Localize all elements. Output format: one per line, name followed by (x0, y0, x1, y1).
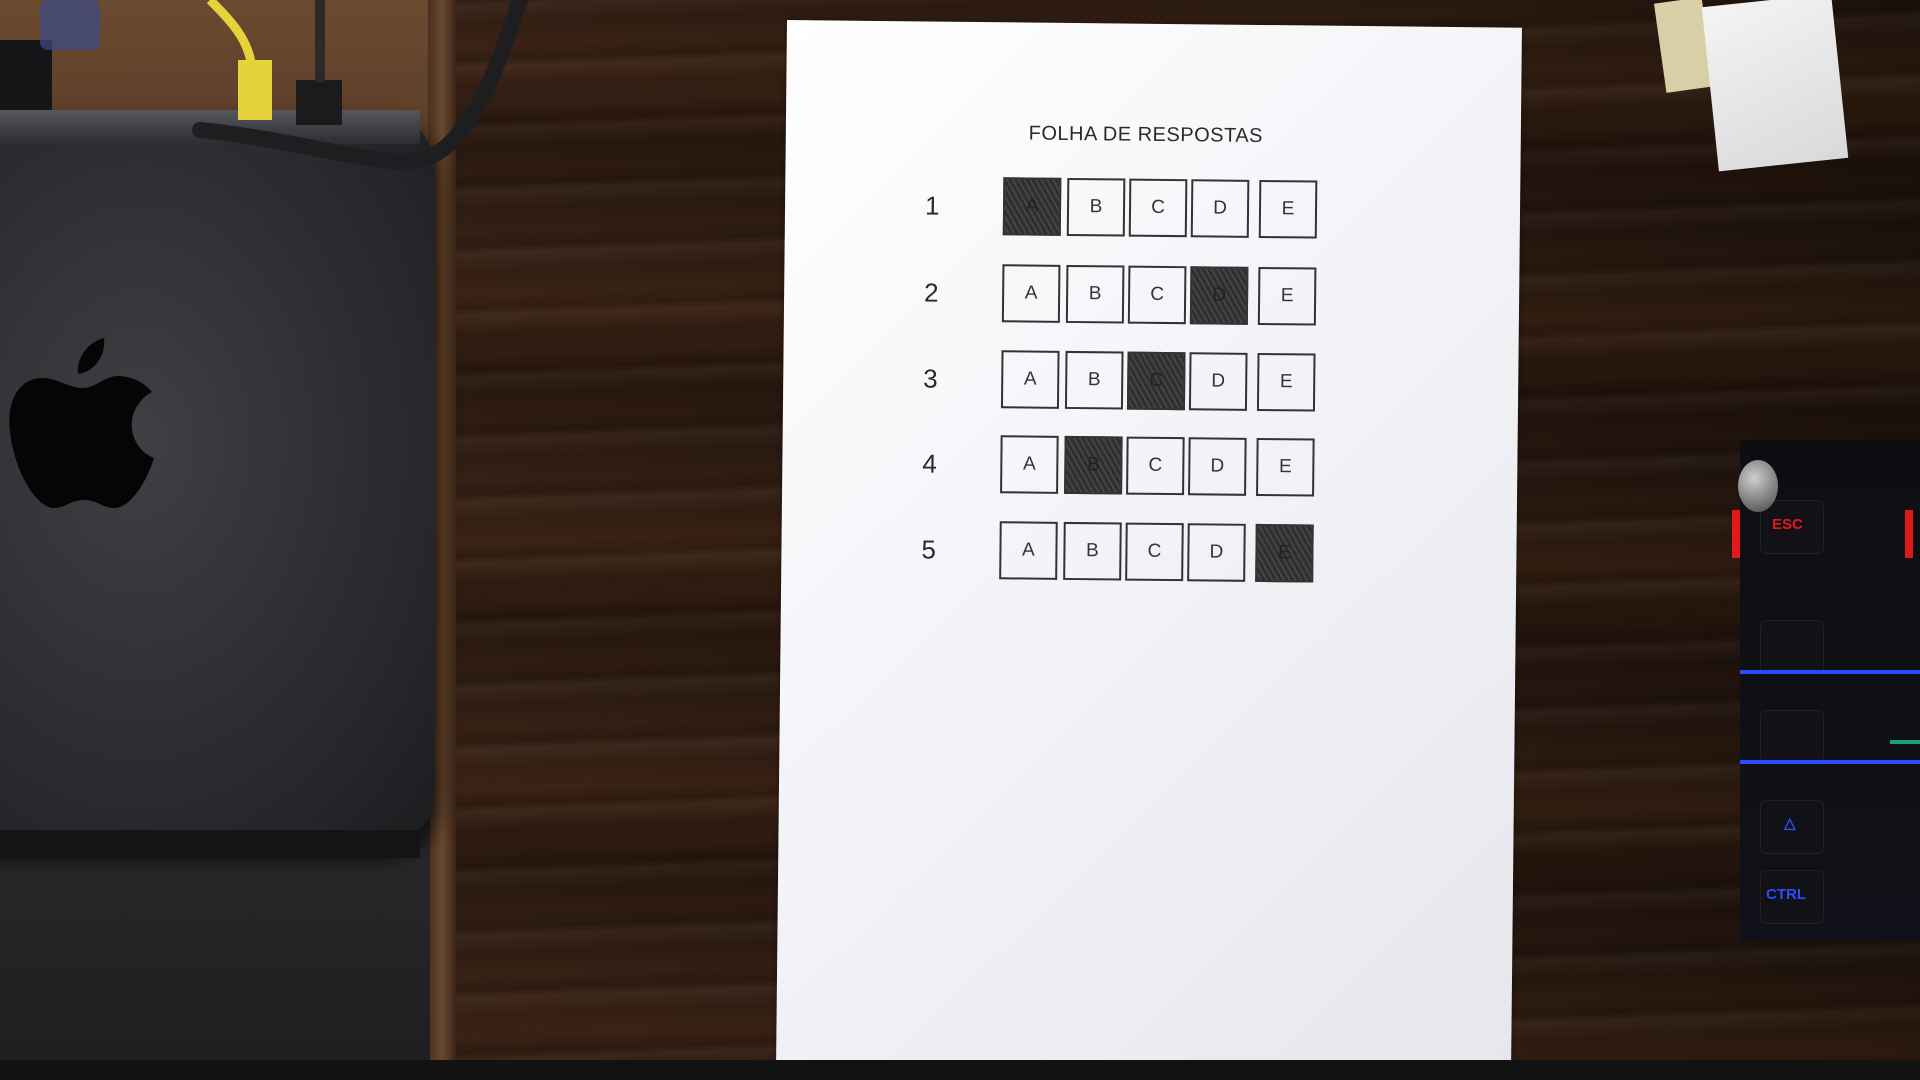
device-shadow (0, 830, 420, 858)
green-backlight (1890, 740, 1920, 744)
answer-box-e[interactable]: E (1256, 352, 1316, 412)
answer-box-b[interactable]: B (1064, 350, 1124, 410)
key-function[interactable] (1760, 710, 1824, 764)
answer-box-d[interactable]: D (1190, 179, 1250, 238)
answer-box-e[interactable]: E (1256, 437, 1315, 497)
question-row: 1 ABCDE (785, 175, 1521, 253)
question-row: 4 ABCDE (782, 433, 1518, 511)
photo-scene: FOLHA DE RESPOSTAS 1ABCDE2ABCDE3ABCDE4AB… (0, 0, 1920, 1080)
answer-box-a[interactable]: A (1000, 350, 1060, 409)
question-number: 2 (923, 277, 939, 308)
question-row: 3 ABCDE (783, 348, 1519, 426)
mac-mini-edge (0, 110, 420, 144)
apple-logo-icon (9, 338, 154, 508)
answer-box-a[interactable]: A (999, 521, 1058, 580)
blue-backlight (1740, 760, 1920, 764)
esc-key-label: ESC (1772, 516, 1803, 533)
blue-backlight (1740, 670, 1920, 674)
key-f-row[interactable] (1760, 620, 1824, 674)
answer-box-b[interactable]: B (1063, 521, 1122, 581)
bottom-shadow (0, 1060, 1920, 1080)
keyboard: ESC △ CTRL (1732, 440, 1920, 940)
paper-note (1701, 0, 1849, 172)
question-row: 5 ABCDE (781, 519, 1517, 597)
answer-box-d[interactable]: D (1188, 437, 1247, 496)
answer-box-a[interactable]: A (1000, 435, 1059, 494)
answer-box-d[interactable]: D (1188, 352, 1248, 411)
answer-box-e[interactable]: E (1257, 266, 1317, 326)
answer-box-a[interactable]: A (1001, 264, 1061, 323)
answer-box-c[interactable]: C (1128, 178, 1188, 238)
answer-box-e[interactable]: E (1255, 523, 1314, 583)
question-number: 5 (921, 534, 937, 565)
answer-box-a[interactable]: A (1002, 177, 1062, 236)
question-number: 1 (924, 190, 940, 221)
key-esc[interactable]: ESC (1760, 500, 1824, 554)
red-led-right (1905, 510, 1913, 558)
answer-sheet-paper: FOLHA DE RESPOSTAS 1ABCDE2ABCDE3ABCDE4AB… (776, 20, 1522, 1068)
key-triangle[interactable]: △ (1760, 800, 1824, 854)
answer-box-d[interactable]: D (1189, 266, 1249, 325)
answer-box-c[interactable]: C (1125, 522, 1184, 582)
triangle-icon: △ (1784, 815, 1796, 832)
question-number: 3 (923, 363, 938, 394)
answer-box-b[interactable]: B (1064, 435, 1123, 495)
answer-box-c[interactable]: C (1127, 265, 1187, 325)
volume-knob[interactable] (1738, 460, 1778, 512)
answer-box-b[interactable]: B (1066, 177, 1126, 237)
ctrl-key-label: CTRL (1766, 886, 1806, 903)
answer-box-c[interactable]: C (1126, 351, 1186, 411)
sheet-title: FOLHA DE RESPOSTAS (1028, 122, 1264, 147)
answer-box-e[interactable]: E (1258, 179, 1318, 239)
answer-box-c[interactable]: C (1126, 436, 1185, 496)
answer-box-b[interactable]: B (1065, 264, 1125, 324)
answer-box-d[interactable]: D (1187, 523, 1246, 582)
red-led-left (1732, 510, 1740, 558)
key-ctrl[interactable]: CTRL (1760, 870, 1824, 924)
question-row: 2 ABCDE (784, 262, 1520, 340)
question-number: 4 (922, 448, 937, 479)
